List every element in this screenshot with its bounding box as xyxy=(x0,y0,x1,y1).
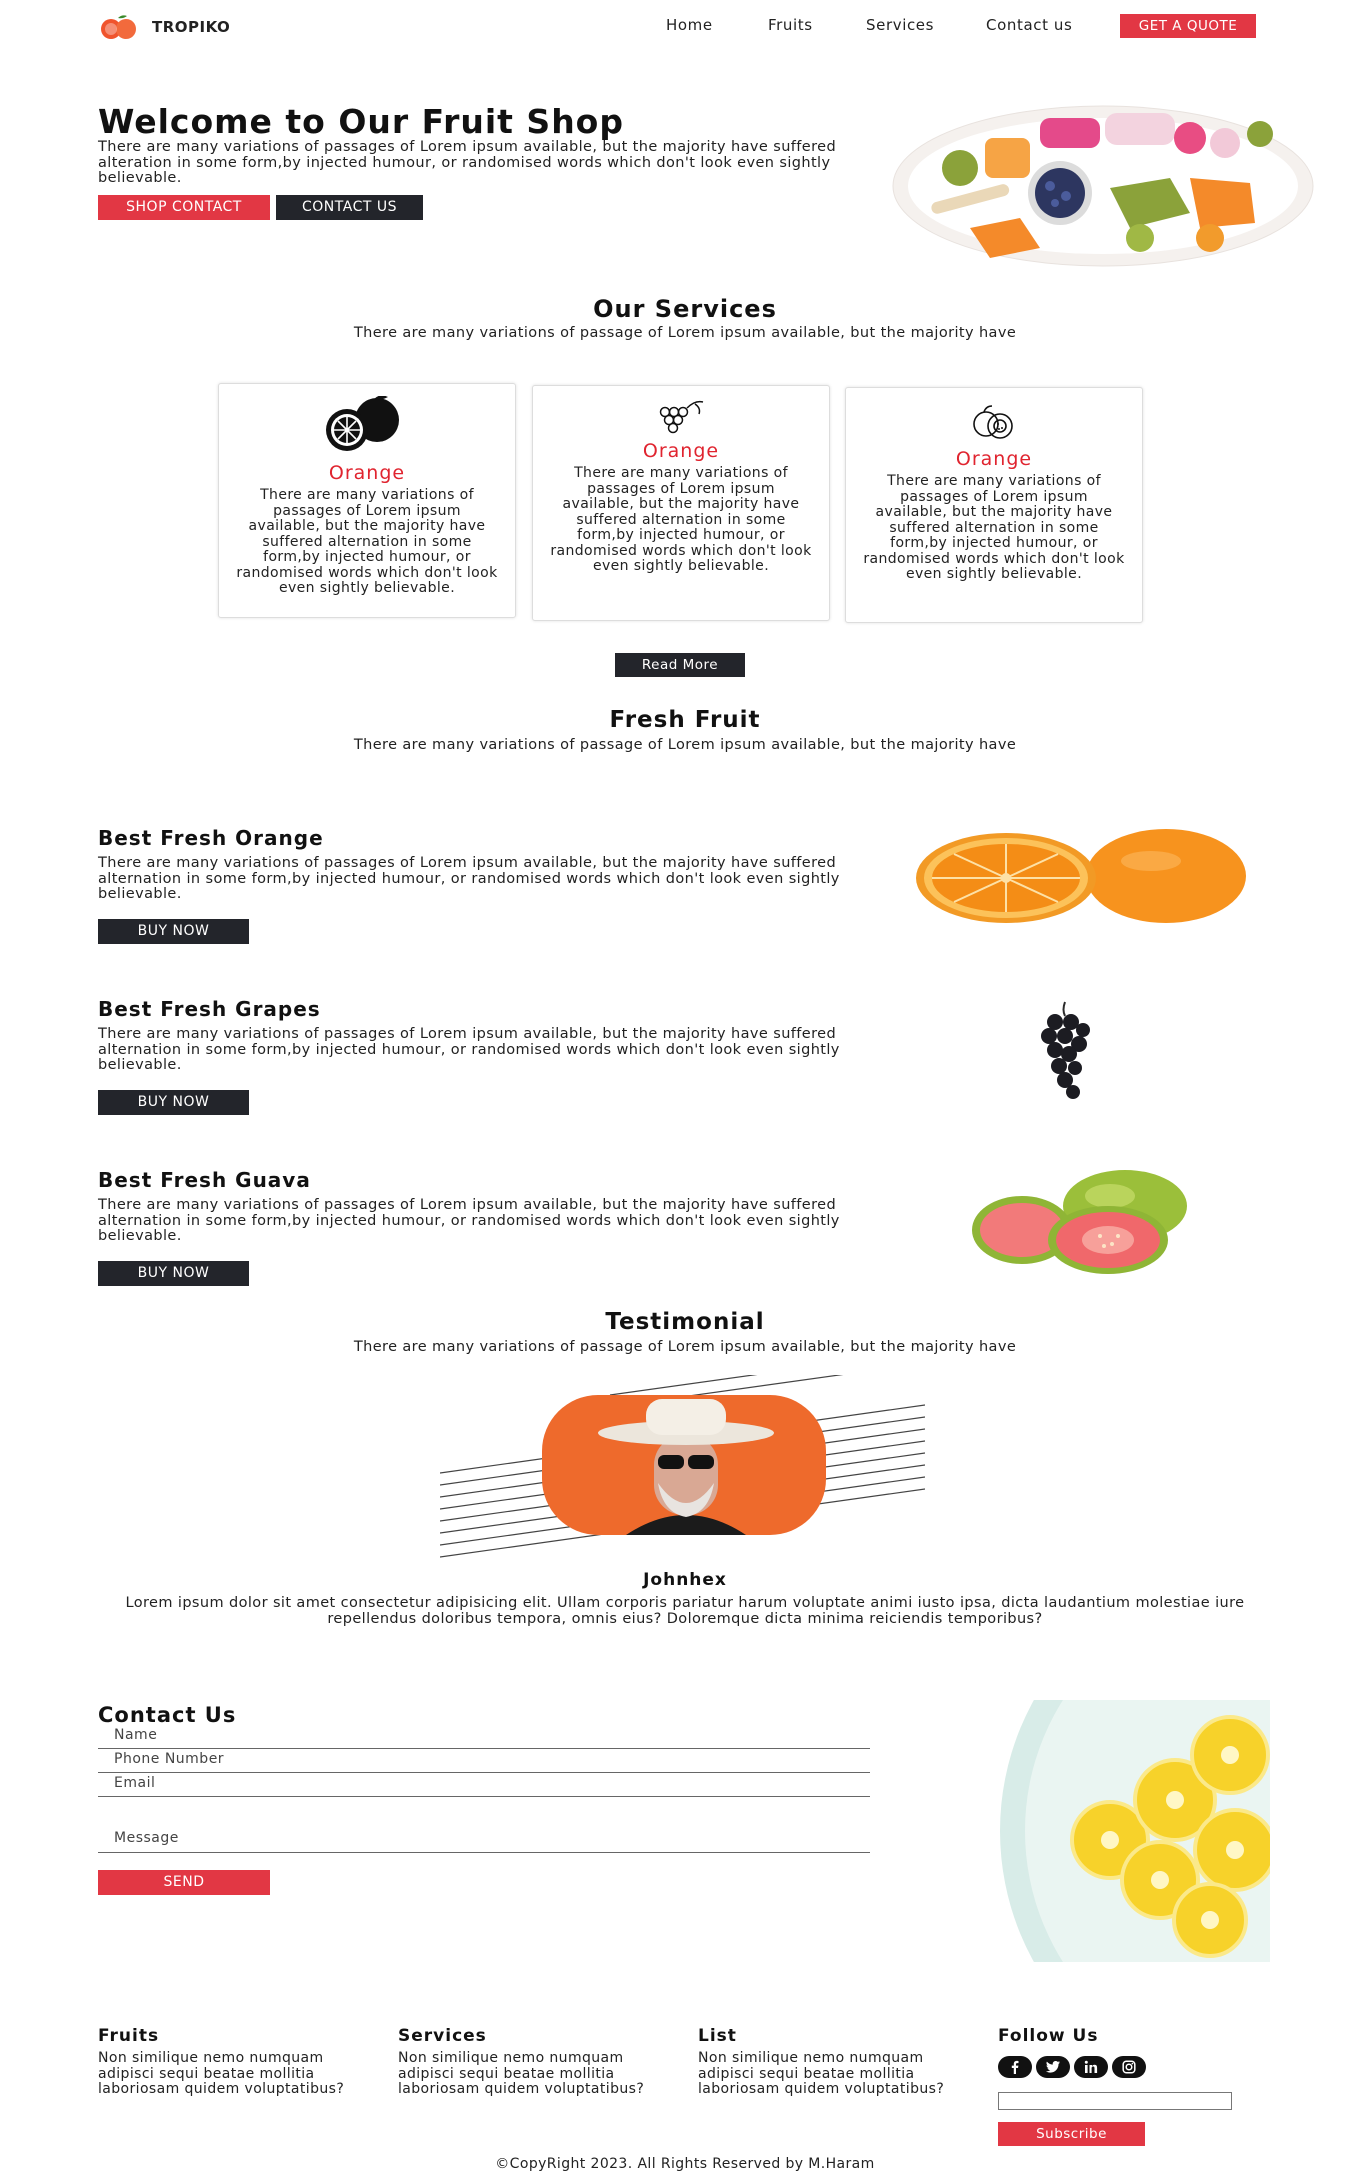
read-more-button[interactable]: Read More xyxy=(615,653,745,677)
linkedin-icon[interactable] xyxy=(1074,2056,1108,2078)
fresh-item-title: Best Fresh Guava xyxy=(98,1168,311,1192)
orange-icon xyxy=(326,395,399,451)
services-subtitle: There are many variations of passage of … xyxy=(353,325,1017,341)
service-card-1: Orange There are many variations of pass… xyxy=(218,383,516,618)
email-field[interactable]: Email xyxy=(98,1775,870,1797)
service-card-title: Orange xyxy=(328,462,406,484)
service-card-2: Orange There are many variations of pass… xyxy=(532,385,830,621)
subscribe-email-input[interactable] xyxy=(998,2092,1232,2110)
fresh-item-text: There are many variations of passages of… xyxy=(98,855,840,902)
send-button[interactable]: SEND xyxy=(98,1870,270,1895)
brand-name: TROPIKO xyxy=(152,18,231,36)
footer-follow: Follow Us Subscribe xyxy=(998,2026,1258,2146)
facebook-icon[interactable] xyxy=(998,2056,1032,2078)
footer-col-text: Non similique nemo numquam adipisci sequ… xyxy=(698,2050,945,2097)
fresh-item-text: There are many variations of passages of… xyxy=(98,1197,840,1244)
grapes-image xyxy=(1041,1001,1090,1099)
contact-title: Contact Us xyxy=(98,1703,237,1727)
phone-field[interactable]: Phone Number xyxy=(98,1751,870,1773)
contact-us-button[interactable]: CONTACT US xyxy=(276,195,423,220)
testimonial-name: Johnhex xyxy=(643,1570,727,1590)
fresh-subtitle: There are many variations of passage of … xyxy=(353,737,1017,753)
testimonial-quote: Lorem ipsum dolor sit amet consectetur a… xyxy=(125,1595,1245,1627)
buy-now-button[interactable]: BUY NOW xyxy=(98,918,249,944)
fresh-item-title: Best Fresh Grapes xyxy=(98,997,321,1021)
fresh-item-title: Best Fresh Orange xyxy=(98,826,324,850)
nav-fruits[interactable]: Fruits xyxy=(768,16,813,34)
twitter-icon[interactable] xyxy=(1036,2056,1070,2078)
fresh-item-orange: Best Fresh Orange There are many variati… xyxy=(98,826,868,944)
testimonial-subtitle: There are many variations of passage of … xyxy=(353,1339,1017,1355)
guava-image xyxy=(972,1170,1187,1274)
fresh-item-guava: Best Fresh Guava There are many variatio… xyxy=(98,1168,868,1286)
lemon-plate-image xyxy=(1000,1700,1270,1962)
footer-col-title: Fruits xyxy=(98,2026,160,2046)
message-field[interactable]: Message xyxy=(98,1830,870,1853)
footer-col-list: List Non similique nemo numquam adipisci… xyxy=(698,2026,948,2098)
instagram-icon[interactable] xyxy=(1112,2056,1146,2078)
nav-contact[interactable]: Contact us xyxy=(986,16,1072,34)
fresh-title: Fresh Fruit xyxy=(609,707,761,733)
follow-title: Follow Us xyxy=(998,2026,1099,2046)
logo[interactable]: TROPIKO xyxy=(98,14,230,40)
testimonial-title: Testimonial xyxy=(605,1309,765,1335)
footer-col-text: Non similique nemo numquam adipisci sequ… xyxy=(98,2050,345,2097)
orange-logo-icon xyxy=(101,15,136,39)
service-card-text: There are many variations of passages of… xyxy=(863,473,1125,582)
nav-services[interactable]: Services xyxy=(866,16,934,34)
footer-col-title: Services xyxy=(398,2026,487,2046)
copyright: ©CopyRight 2023. All Rights Reserved by … xyxy=(495,2156,875,2172)
testimonial-avatar xyxy=(440,1375,925,1558)
service-card-title: Orange xyxy=(642,440,720,462)
footer-col-title: List xyxy=(698,2026,737,2046)
hero-title: Welcome to Our Fruit Shop xyxy=(98,102,624,141)
service-card-text: There are many variations of passages of… xyxy=(550,465,812,574)
footer-col-fruits: Fruits Non similique nemo numquam adipis… xyxy=(98,2026,348,2098)
service-card-text: There are many variations of passages of… xyxy=(236,487,498,596)
hero-text: There are many variations of passages of… xyxy=(98,139,837,186)
service-card-3: Orange There are many variations of pass… xyxy=(845,387,1143,623)
grapes-icon xyxy=(659,400,704,434)
footer-col-services: Services Non similique nemo numquam adip… xyxy=(398,2026,648,2098)
buy-now-button[interactable]: BUY NOW xyxy=(98,1260,249,1286)
fruit-platter-image xyxy=(892,105,1314,267)
footer-col-text: Non similique nemo numquam adipisci sequ… xyxy=(398,2050,645,2097)
subscribe-button[interactable]: Subscribe xyxy=(998,2122,1145,2146)
buy-now-button[interactable]: BUY NOW xyxy=(98,1089,249,1115)
fresh-item-grapes: Best Fresh Grapes There are many variati… xyxy=(98,997,868,1115)
name-field[interactable]: Name xyxy=(98,1727,870,1749)
service-card-title: Orange xyxy=(955,448,1033,470)
shop-contact-button[interactable]: SHOP CONTACT xyxy=(98,195,270,220)
get-quote-button[interactable]: GET A QUOTE xyxy=(1120,14,1256,38)
guava-icon xyxy=(973,405,1013,439)
services-title: Our Services xyxy=(593,295,777,323)
fresh-item-text: There are many variations of passages of… xyxy=(98,1026,840,1073)
orange-image xyxy=(916,829,1246,923)
nav-home[interactable]: Home xyxy=(666,16,713,34)
